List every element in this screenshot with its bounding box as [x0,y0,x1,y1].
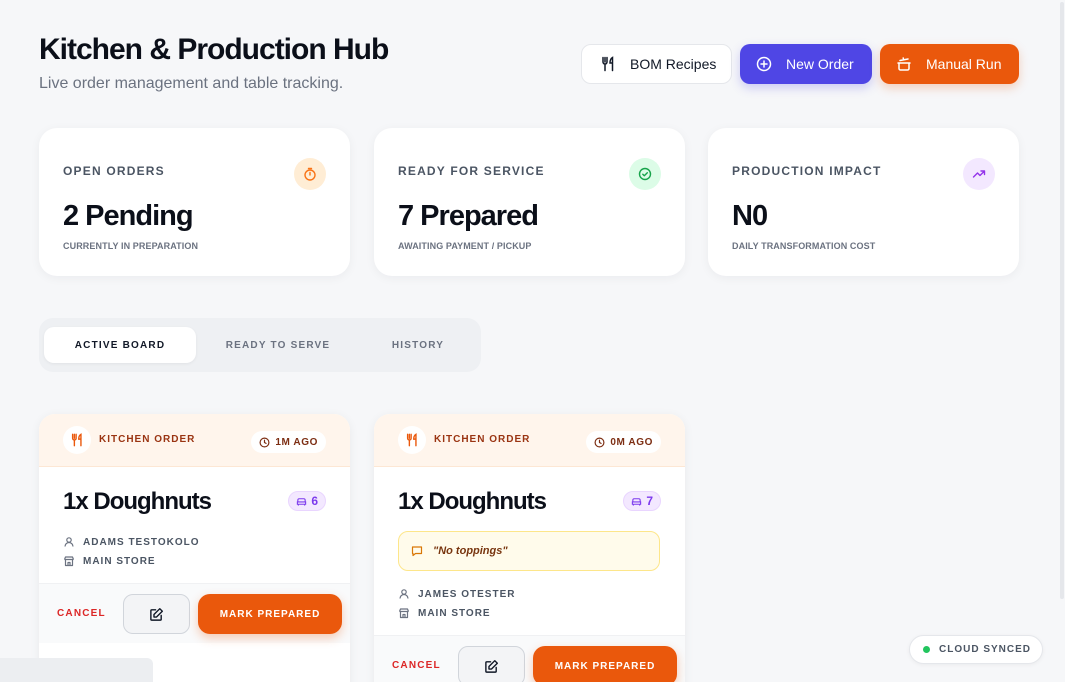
naira-value: N0 [732,200,768,232]
mark-prepared-button[interactable]: MARK PREPARED [533,646,677,682]
customer-name: JAMES OTESTER [418,588,516,600]
sofa-icon [297,497,307,506]
stat-label: PRODUCTION IMPACT [732,164,882,178]
order-actions: CANCEL MARK PREPARED [374,635,685,682]
order-customer: JAMES OTESTER [398,588,515,600]
utensils-icon [602,56,614,72]
order-store: MAIN STORE [398,607,491,619]
manual-run-label: Manual Run [926,56,1002,72]
cooking-pot-icon [897,57,911,71]
order-header: KITCHEN ORDER 0M AGO [374,414,685,467]
new-order-button[interactable]: New Order [740,44,872,84]
sofa-icon [632,497,642,506]
order-store: MAIN STORE [63,555,156,567]
message-icon [411,546,423,557]
stat-sub: CURRENTLY IN PREPARATION [63,241,199,251]
page-subtitle: Live order management and table tracking… [39,75,344,92]
store-name: MAIN STORE [83,555,156,567]
edit-icon [150,607,164,621]
utensils-icon [398,426,426,454]
clock-icon [594,437,605,447]
order-actions: CANCEL MARK PREPARED [39,583,350,643]
order-item: 1x Doughnuts [398,488,547,515]
sync-status-badge: CLOUD SYNCED [909,635,1043,664]
sync-dot [923,646,930,653]
user-icon [64,537,74,547]
stat-card-ready: READY FOR SERVICE 7 Prepared AWAITING PA… [374,128,685,276]
store-icon [63,556,75,567]
customer-name: ADAMS TESTOKOLO [83,536,200,548]
store-name: MAIN STORE [418,607,491,619]
order-kind: KITCHEN ORDER [99,434,196,445]
order-header: KITCHEN ORDER 1M AGO [39,414,350,467]
bottom-bar-fragment [0,658,153,682]
order-note: "No toppings" [398,531,660,571]
edit-button[interactable] [458,646,525,682]
table-number: 7 [646,494,653,508]
tab-history[interactable]: HISTORY [342,327,494,363]
store-icon [398,608,410,619]
bom-recipes-button[interactable]: BOM Recipes [581,44,732,84]
tab-ready-to-serve[interactable]: READY TO SERVE [202,327,354,363]
order-card: KITCHEN ORDER 0M AGO 1x Doughnuts 7 "No … [374,414,685,682]
scrollbar-thumb[interactable] [1060,2,1064,599]
page-title: Kitchen & Production Hub [39,33,389,66]
user-icon [399,589,409,599]
edit-button[interactable] [123,594,190,634]
order-customer: ADAMS TESTOKOLO [63,536,199,548]
table-number: 6 [311,494,318,508]
stat-value: N0 [732,200,768,233]
stat-card-production-impact: PRODUCTION IMPACT N0 DAILY TRANSFORMATIO… [708,128,1019,276]
check-circle-icon [629,158,661,190]
stat-value: 7 Prepared [398,200,539,232]
tab-active-board[interactable]: ACTIVE BOARD [44,327,196,363]
page: Kitchen & Production Hub Live order mana… [0,0,1065,682]
table-badge: 6 [288,491,326,511]
order-age: 0M AGO [610,436,653,448]
clock-icon [259,437,270,447]
cancel-button[interactable]: CANCEL [57,608,106,619]
new-order-label: New Order [786,56,854,72]
stat-value: 2 Pending [63,200,194,232]
sync-label: CLOUD SYNCED [939,644,1032,655]
edit-icon [485,659,499,673]
order-kind: KITCHEN ORDER [434,434,531,445]
bom-recipes-label: BOM Recipes [630,56,717,72]
table-badge: 7 [623,491,661,511]
stat-card-open-orders: OPEN ORDERS 2 Pending CURRENTLY IN PREPA… [39,128,350,276]
stat-sub: DAILY TRANSFORMATION COST [732,241,876,251]
utensils-icon [63,426,91,454]
plus-circle-icon [756,56,772,72]
order-card: KITCHEN ORDER 1M AGO 1x Doughnuts 6 ADAM… [39,414,350,682]
view-tabs: ACTIVE BOARD READY TO SERVE HISTORY [39,318,481,372]
trending-up-icon [963,158,995,190]
stat-sub: AWAITING PAYMENT / PICKUP [398,241,532,251]
cancel-button[interactable]: CANCEL [392,660,441,671]
order-age-badge: 0M AGO [586,431,661,453]
order-age: 1M AGO [275,436,318,448]
order-item: 1x Doughnuts [63,488,212,515]
stat-label: READY FOR SERVICE [398,164,545,178]
timer-icon [294,158,326,190]
order-note-text: "No toppings" [433,545,508,557]
manual-run-button[interactable]: Manual Run [880,44,1019,84]
order-age-badge: 1M AGO [251,431,326,453]
stat-label: OPEN ORDERS [63,164,165,178]
mark-prepared-button[interactable]: MARK PREPARED [198,594,342,634]
